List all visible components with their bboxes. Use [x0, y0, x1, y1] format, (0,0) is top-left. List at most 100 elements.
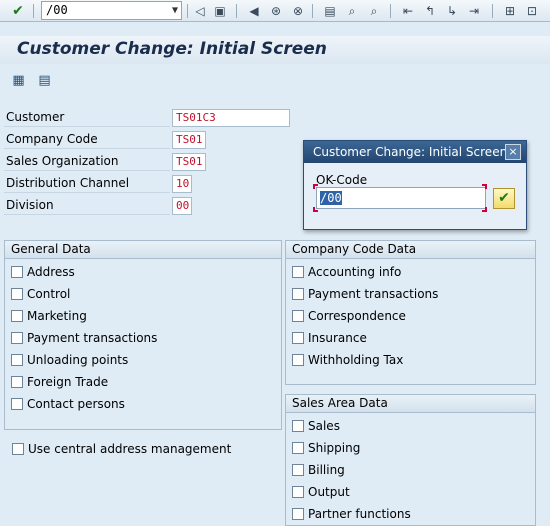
checkbox-billing[interactable]: Billing: [292, 461, 345, 479]
focus-corner: [482, 184, 487, 189]
sales-organization-input[interactable]: TS01: [172, 153, 206, 171]
first-page-icon[interactable]: ⇤: [400, 3, 416, 19]
checkbox-icon[interactable]: [11, 266, 23, 278]
company-code-data-header: Company Code Data: [286, 241, 535, 259]
chevron-down-icon[interactable]: ▼: [172, 2, 178, 19]
checkbox-central-address[interactable]: Use central address management: [12, 440, 231, 458]
checkbox-control[interactable]: Control: [11, 285, 70, 303]
customer-list-icon[interactable]: ▦: [10, 72, 27, 89]
system-toolbar: ✔ /00 ▼ ◁ ▣ ◀ ⊛ ⊗ ▤ ⌕ ⌕ ⇤ ↰ ↳ ⇥ ⊞ ⊡: [0, 0, 550, 22]
checkbox-label: Shipping: [308, 441, 361, 455]
checkbox-label: Address: [27, 265, 75, 279]
checkbox-label: Sales: [308, 419, 340, 433]
checkbox-partner-functions[interactable]: Partner functions: [292, 505, 411, 523]
checkbox-insurance[interactable]: Insurance: [292, 329, 367, 347]
shortcut-icon[interactable]: ⊡: [524, 3, 540, 19]
command-field[interactable]: /00 ▼: [41, 1, 182, 20]
exit-icon[interactable]: ⊛: [268, 3, 284, 19]
checkbox-label: Use central address management: [28, 442, 232, 456]
confirm-button[interactable]: ✔: [493, 188, 515, 209]
okcode-input[interactable]: /00: [316, 187, 486, 209]
print-icon[interactable]: ▤: [322, 3, 338, 19]
back-nav-icon[interactable]: ◀: [246, 3, 262, 19]
checkbox-label: Control: [27, 287, 71, 301]
checkbox-icon[interactable]: [292, 332, 304, 344]
checkbox-label: Payment transactions: [27, 331, 158, 345]
checkbox-marketing[interactable]: Marketing: [11, 307, 87, 325]
company-code-label: Company Code: [4, 131, 170, 149]
toolbar-separator: [390, 4, 391, 18]
title-bar: Customer Change: Initial Screen: [0, 36, 550, 64]
checkbox-unloading-points[interactable]: Unloading points: [11, 351, 128, 369]
next-page-icon[interactable]: ↳: [444, 3, 460, 19]
checkbox-sales[interactable]: Sales: [292, 417, 340, 435]
checkbox-label: Marketing: [27, 309, 87, 323]
checkbox-label: Contact persons: [27, 397, 125, 411]
enter-icon[interactable]: ✔: [10, 3, 26, 19]
cancel-icon[interactable]: ⊗: [290, 3, 306, 19]
customer-input[interactable]: TS01C3: [172, 109, 290, 127]
checkbox-contact-persons[interactable]: Contact persons: [11, 395, 125, 413]
checkbox-icon[interactable]: [12, 443, 24, 455]
checkbox-payment-transactions[interactable]: Payment transactions: [11, 329, 157, 347]
checkbox-label: Partner functions: [308, 507, 411, 521]
checkbox-icon[interactable]: [11, 354, 23, 366]
division-input[interactable]: 00: [172, 197, 192, 215]
save-icon[interactable]: ▣: [212, 3, 228, 19]
checkbox-icon[interactable]: [292, 442, 304, 454]
back-icon[interactable]: ◁: [192, 3, 208, 19]
close-icon[interactable]: ×: [505, 144, 521, 160]
checkbox-icon[interactable]: [292, 266, 304, 278]
command-field-value: /00: [46, 3, 68, 17]
checkbox-label: Unloading points: [27, 353, 129, 367]
company-code-input[interactable]: TS01: [172, 131, 206, 149]
checkbox-label: Billing: [308, 463, 345, 477]
toolbar-separator: [236, 4, 237, 18]
checkbox-icon[interactable]: [11, 398, 23, 410]
checkbox-accounting-info[interactable]: Accounting info: [292, 263, 401, 281]
distribution-channel-input[interactable]: 10: [172, 175, 192, 193]
toolbar-separator: [312, 4, 313, 18]
checkbox-label: Foreign Trade: [27, 375, 109, 389]
checkbox-icon[interactable]: [11, 332, 23, 344]
toolbar-separator: [492, 4, 493, 18]
checkbox-icon[interactable]: [11, 310, 23, 322]
checkbox-label: Accounting info: [308, 265, 402, 279]
checkbox-label: Withholding Tax: [308, 353, 404, 367]
checkbox-label: Output: [308, 485, 350, 499]
checkbox-cc-payment-transactions[interactable]: Payment transactions: [292, 285, 438, 303]
focus-corner: [313, 184, 318, 189]
checkbox-address[interactable]: Address: [11, 263, 75, 281]
sales-organization-label: Sales Organization: [4, 153, 170, 171]
general-data-header: General Data: [5, 241, 281, 259]
checkbox-correspondence[interactable]: Correspondence: [292, 307, 406, 325]
checkbox-icon[interactable]: [292, 420, 304, 432]
additional-data-icon[interactable]: ▤: [36, 72, 53, 89]
checkbox-shipping[interactable]: Shipping: [292, 439, 360, 457]
checkbox-icon[interactable]: [11, 376, 23, 388]
checkbox-icon[interactable]: [292, 354, 304, 366]
checkbox-label: Correspondence: [308, 309, 406, 323]
sales-area-data-header: Sales Area Data: [286, 395, 535, 413]
checkbox-icon[interactable]: [292, 486, 304, 498]
focus-corner: [313, 207, 318, 212]
toolbar-separator: [187, 4, 188, 18]
checkbox-output[interactable]: Output: [292, 483, 350, 501]
checkbox-icon[interactable]: [292, 508, 304, 520]
find-icon[interactable]: ⌕: [344, 3, 360, 19]
checkbox-withholding-tax[interactable]: Withholding Tax: [292, 351, 403, 369]
general-data-group: General Data Address Control Marketing P…: [4, 240, 282, 430]
find-next-icon[interactable]: ⌕: [366, 3, 382, 19]
checkbox-foreign-trade[interactable]: Foreign Trade: [11, 373, 108, 391]
checkbox-label: Insurance: [308, 331, 367, 345]
previous-page-icon[interactable]: ↰: [422, 3, 438, 19]
last-page-icon[interactable]: ⇥: [466, 3, 482, 19]
checkbox-icon[interactable]: [11, 288, 23, 300]
new-session-icon[interactable]: ⊞: [502, 3, 518, 19]
company-code-data-group: Company Code Data Accounting info Paymen…: [285, 240, 536, 385]
checkbox-icon[interactable]: [292, 464, 304, 476]
checkbox-icon[interactable]: [292, 288, 304, 300]
checkbox-icon[interactable]: [292, 310, 304, 322]
distribution-channel-label: Distribution Channel: [4, 175, 170, 193]
focus-corner: [482, 207, 487, 212]
